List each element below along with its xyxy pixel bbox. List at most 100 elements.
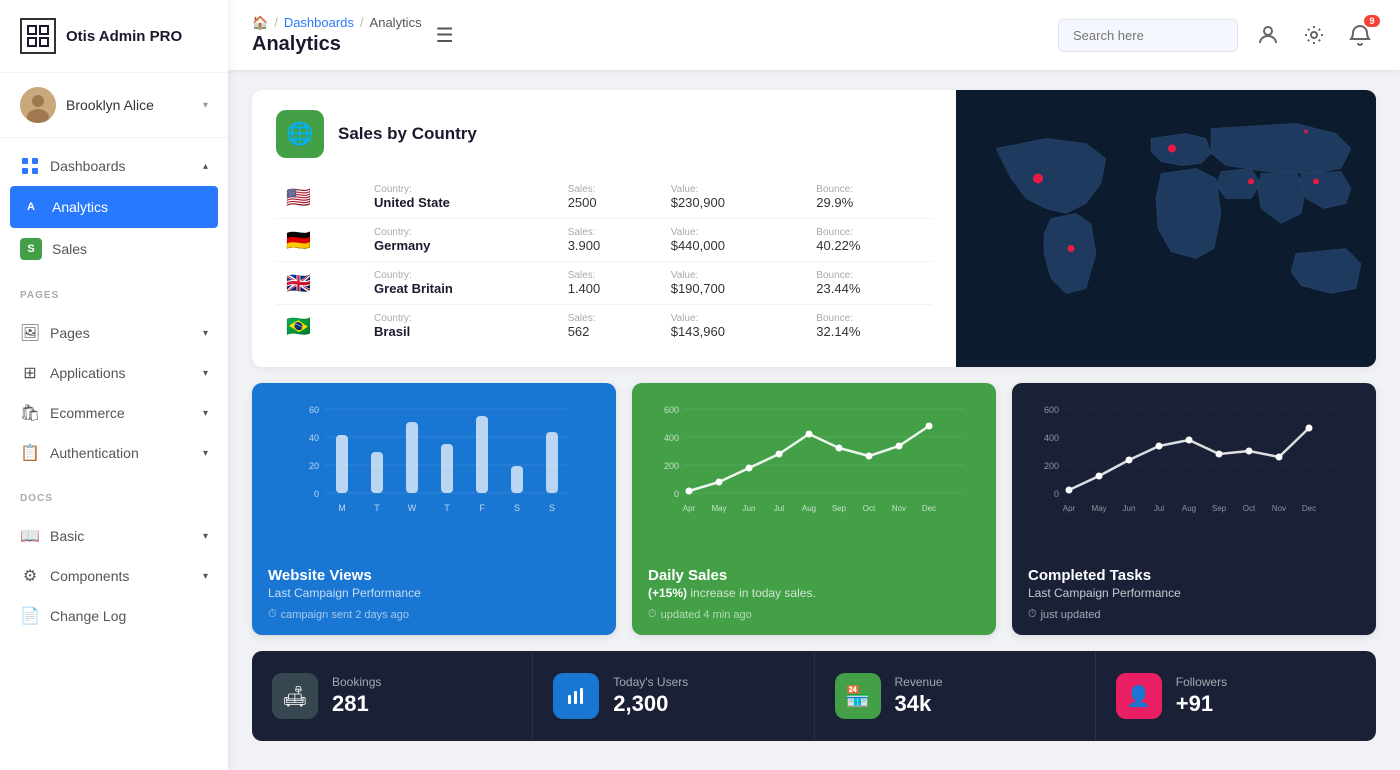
user-profile-icon[interactable] <box>1252 19 1284 51</box>
sidebar-item-sales[interactable]: S Sales <box>0 228 228 270</box>
clock-icon-3: ⏱ <box>1028 608 1037 621</box>
pages-icon: 🖼 <box>20 323 40 343</box>
hamburger-icon[interactable]: ☰ <box>436 23 454 48</box>
sidebar-logo: Otis Admin PRO <box>0 0 228 73</box>
svg-text:F: F <box>479 503 485 513</box>
sales-badge: S <box>20 238 42 260</box>
logo-icon <box>20 18 56 54</box>
stat-followers-text: Followers +91 <box>1176 675 1227 717</box>
sidebar: Otis Admin PRO Brooklyn Alice ▾ Dashboar <box>0 0 228 770</box>
sales-table-section: 🌐 Sales by Country 🇺🇸 Country: United St… <box>252 90 956 367</box>
ecommerce-icon: 🛍 <box>20 403 40 423</box>
today-users-value: 2,300 <box>613 691 688 717</box>
completed-tasks-subtitle: Last Campaign Performance <box>1028 586 1360 600</box>
stat-bookings-text: Bookings 281 <box>332 675 381 717</box>
svg-text:S: S <box>549 503 555 513</box>
svg-text:200: 200 <box>1044 461 1059 471</box>
sales-country-title: Sales by Country <box>338 124 477 144</box>
svg-text:20: 20 <box>309 461 319 471</box>
svg-text:Jun: Jun <box>1123 504 1136 513</box>
authentication-label: Authentication <box>50 445 193 461</box>
sidebar-item-dashboards[interactable]: Dashboards ▴ <box>0 146 228 186</box>
table-row: 🇩🇪 Country: Germany Sales: 3.900 Value: … <box>276 219 932 262</box>
sidebar-item-changelog[interactable]: 📄 Change Log <box>0 596 228 636</box>
sidebar-item-pages[interactable]: 🖼 Pages ▾ <box>0 313 228 353</box>
svg-text:Apr: Apr <box>1063 504 1076 513</box>
avatar <box>20 87 56 123</box>
stat-followers: 👤 Followers +91 <box>1096 651 1376 741</box>
sidebar-item-components[interactable]: ⚙ Components ▾ <box>0 556 228 596</box>
daily-sales-info: Daily Sales (+15%) increase in today sal… <box>632 553 996 635</box>
daily-sales-highlight: (+15%) <box>648 586 687 600</box>
breadcrumb-dashboards[interactable]: Dashboards <box>284 15 354 30</box>
svg-text:T: T <box>374 503 380 513</box>
main-area: 🏠 / Dashboards / Analytics Analytics ☰ <box>228 0 1400 770</box>
sidebar-item-basic[interactable]: 📖 Basic ▾ <box>0 516 228 556</box>
authentication-chevron-icon: ▾ <box>203 448 208 459</box>
sidebar-item-authentication[interactable]: 📋 Authentication ▾ <box>0 433 228 473</box>
table-row: 🇧🇷 Country: Brasil Sales: 562 Value: $14… <box>276 305 932 348</box>
today-users-label: Today's Users <box>613 675 688 689</box>
clock-icon-2: ⏱ <box>648 608 657 621</box>
stat-revenue-text: Revenue 34k <box>895 675 943 717</box>
daily-sales-subtitle: (+15%) increase in today sales. <box>648 586 980 600</box>
completed-tasks-time: ⏱ just updated <box>1028 608 1360 621</box>
dashboards-icon <box>20 156 40 176</box>
svg-text:40: 40 <box>309 433 319 443</box>
sales-label: Sales <box>52 241 208 257</box>
svg-text:Apr: Apr <box>683 504 696 513</box>
svg-text:Nov: Nov <box>892 504 906 513</box>
sidebar-item-analytics[interactable]: A Analytics <box>10 186 218 228</box>
sidebar-item-applications[interactable]: ⊞ Applications ▾ <box>0 353 228 393</box>
docs-section-label: DOCS <box>0 481 228 508</box>
applications-label: Applications <box>50 365 193 381</box>
breadcrumb: 🏠 / Dashboards / Analytics <box>252 15 422 31</box>
svg-text:600: 600 <box>1044 405 1059 415</box>
sales-by-country-card: 🌐 Sales by Country 🇺🇸 Country: United St… <box>252 90 1376 367</box>
globe-icon: 🌐 <box>276 110 324 158</box>
svg-text:Oct: Oct <box>1243 504 1256 513</box>
svg-text:400: 400 <box>1044 433 1059 443</box>
basic-chevron-icon: ▾ <box>203 531 208 542</box>
svg-text:Aug: Aug <box>802 504 816 513</box>
website-views-card: 60 40 20 0 M T <box>252 383 616 635</box>
settings-icon[interactable] <box>1298 19 1330 51</box>
followers-icon: 👤 <box>1116 673 1162 719</box>
search-input[interactable] <box>1058 19 1238 52</box>
map-section <box>956 90 1376 367</box>
authentication-icon: 📋 <box>20 443 40 463</box>
svg-text:200: 200 <box>664 461 679 471</box>
website-views-info: Website Views Last Campaign Performance … <box>252 553 616 635</box>
bookings-icon: 🛋 <box>272 673 318 719</box>
basic-label: Basic <box>50 528 193 544</box>
stat-today-users: Today's Users 2,300 <box>533 651 814 741</box>
revenue-label: Revenue <box>895 675 943 689</box>
svg-text:Jun: Jun <box>743 504 756 513</box>
nav-dashboards-section: Dashboards ▴ A Analytics S Sales <box>0 138 228 278</box>
daily-sales-card: 600 400 200 0 <box>632 383 996 635</box>
sidebar-user[interactable]: Brooklyn Alice ▾ <box>0 73 228 138</box>
svg-text:Sep: Sep <box>1212 504 1227 513</box>
revenue-value: 34k <box>895 691 943 717</box>
website-views-title: Website Views <box>268 567 600 584</box>
revenue-icon: 🏪 <box>835 673 881 719</box>
svg-text:May: May <box>1091 504 1106 513</box>
analytics-label: Analytics <box>52 199 208 215</box>
svg-text:400: 400 <box>664 433 679 443</box>
header: 🏠 / Dashboards / Analytics Analytics ☰ <box>228 0 1400 70</box>
ecommerce-chevron-icon: ▾ <box>203 408 208 419</box>
notifications-icon[interactable]: 9 <box>1344 19 1376 51</box>
components-label: Components <box>50 568 193 584</box>
svg-text:60: 60 <box>309 405 319 415</box>
svg-text:0: 0 <box>674 489 679 499</box>
changelog-label: Change Log <box>50 608 208 624</box>
pages-section-label: PAGES <box>0 278 228 305</box>
completed-tasks-card: 600 400 200 0 <box>1012 383 1376 635</box>
stat-bookings: 🛋 Bookings 281 <box>252 651 533 741</box>
today-users-icon <box>553 673 599 719</box>
daily-sales-chart-area: 600 400 200 0 <box>632 383 996 553</box>
basic-icon: 📖 <box>20 526 40 546</box>
sidebar-item-ecommerce[interactable]: 🛍 Ecommerce ▾ <box>0 393 228 433</box>
page-title-group: 🏠 / Dashboards / Analytics Analytics <box>252 15 422 56</box>
svg-text:May: May <box>711 504 726 513</box>
